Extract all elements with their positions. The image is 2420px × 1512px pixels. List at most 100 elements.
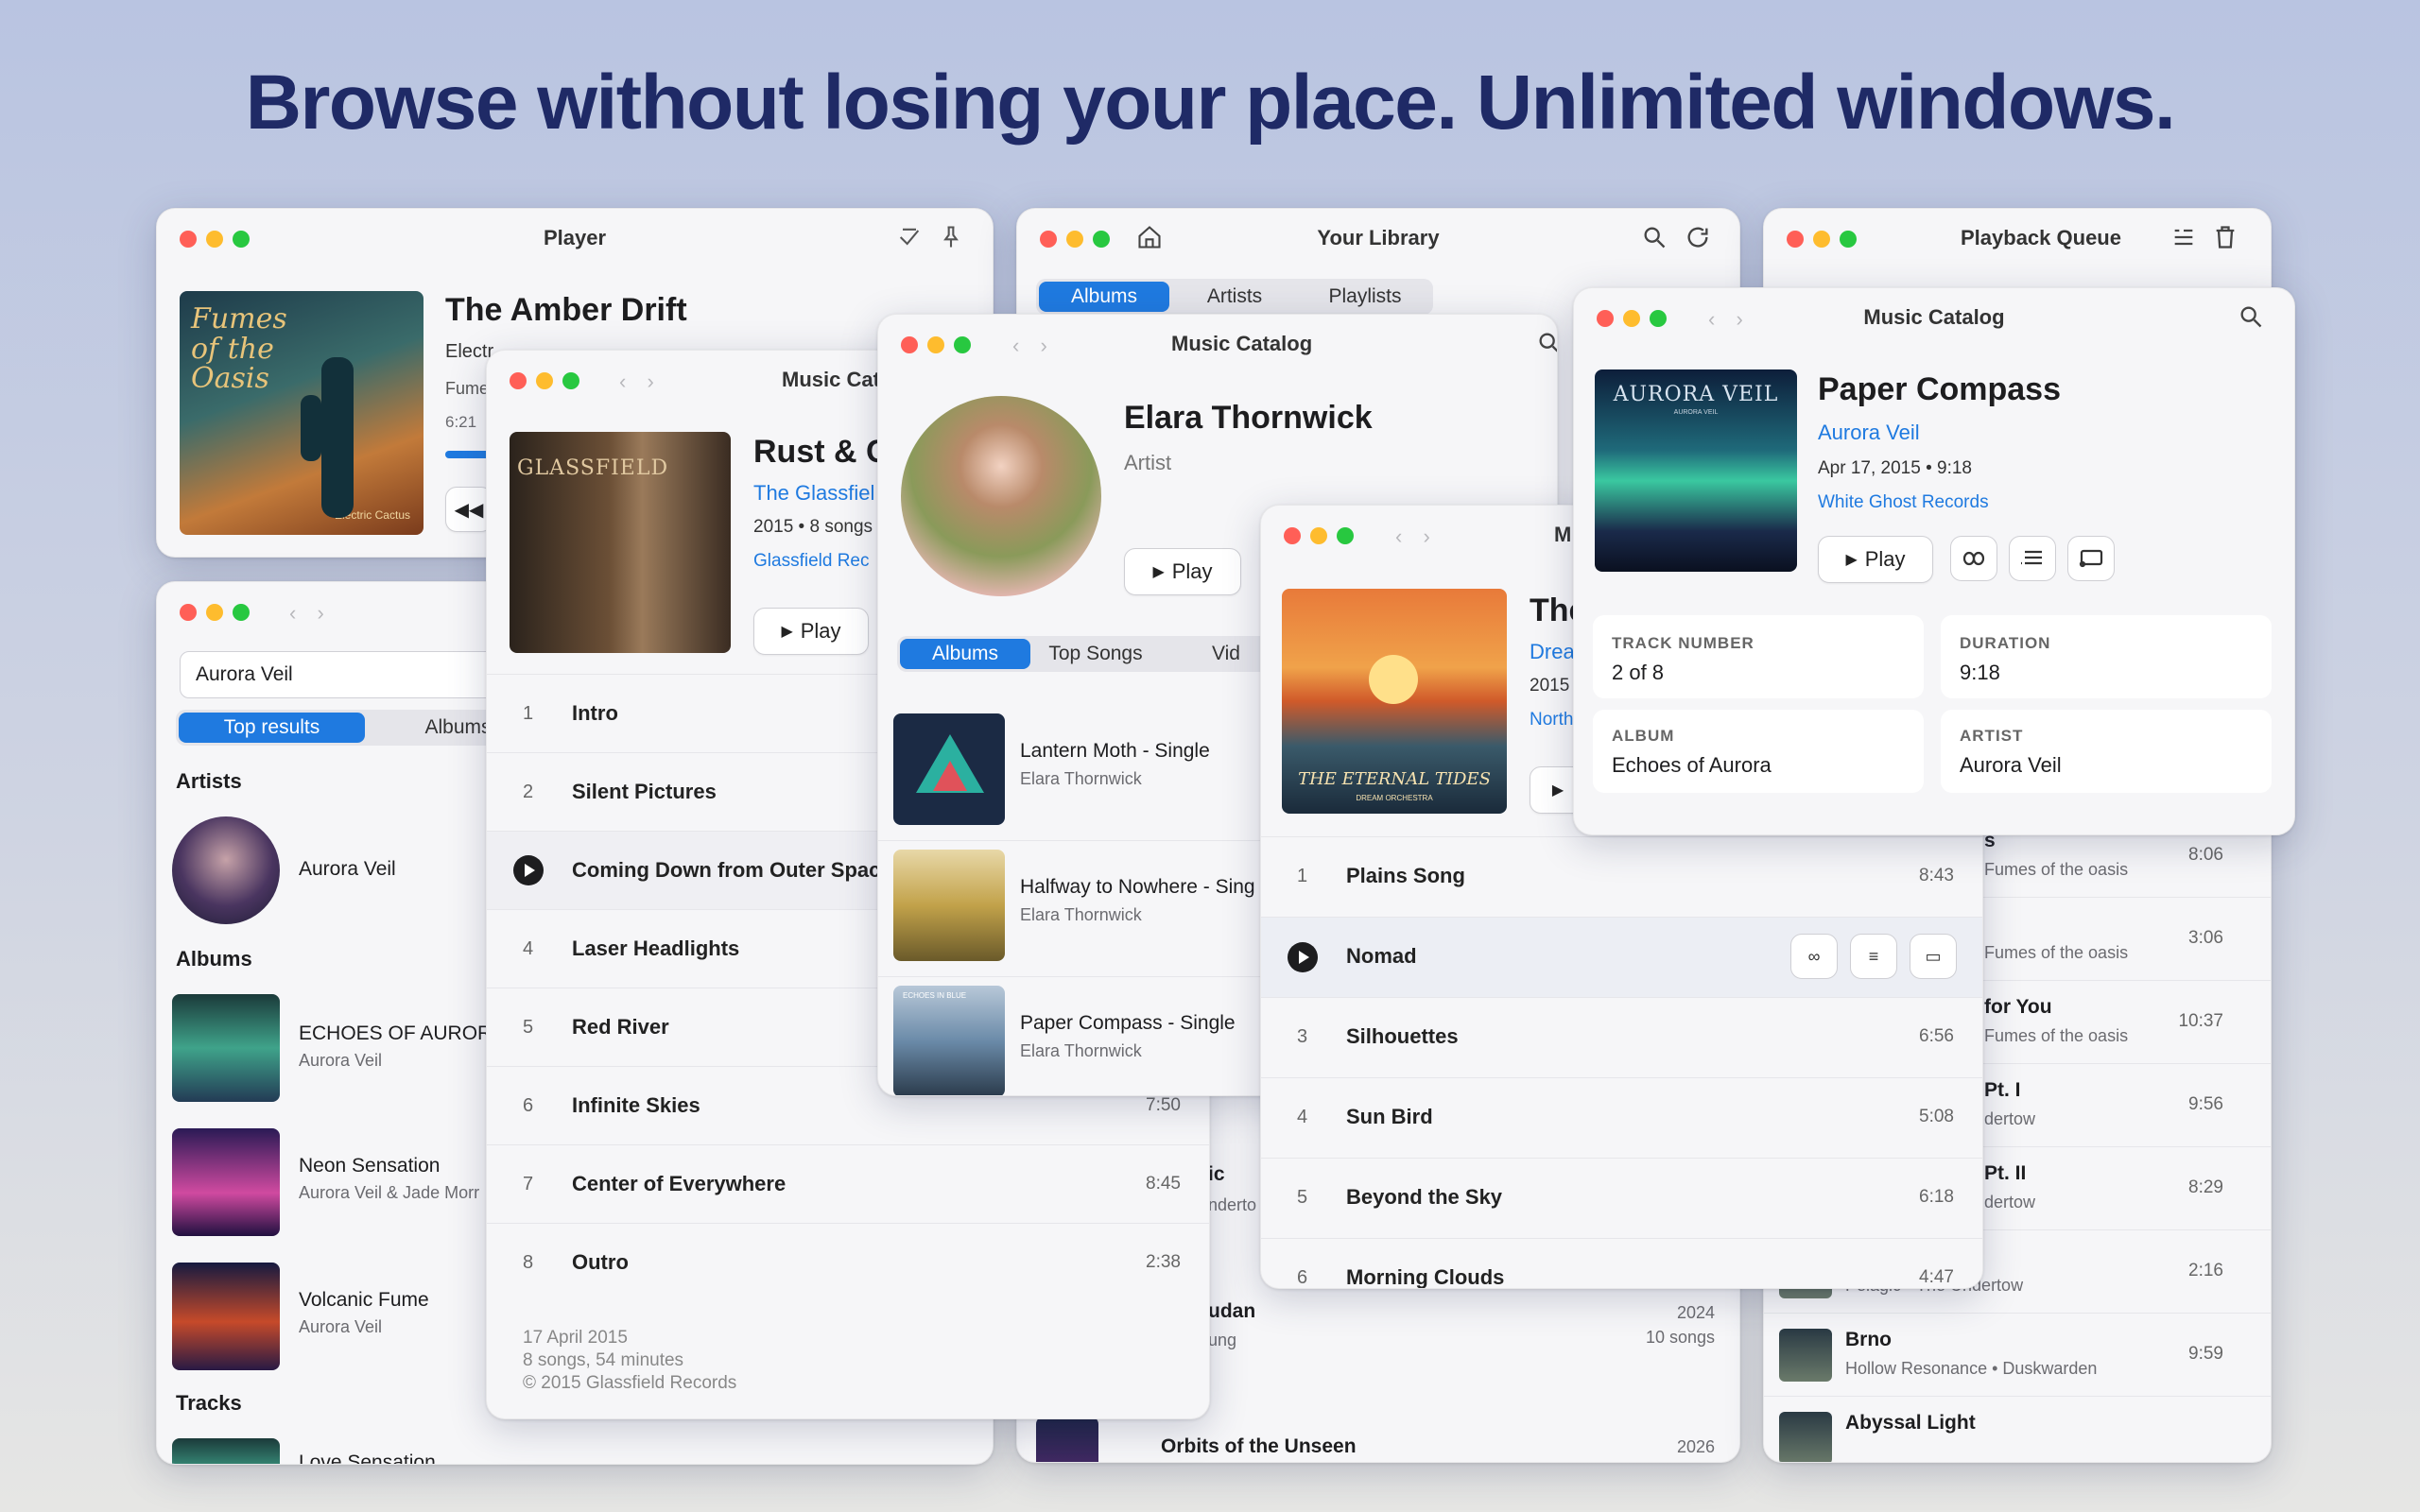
cover-title: AURORA VEIL xyxy=(1613,383,1779,406)
trash-icon[interactable] xyxy=(2212,224,2238,250)
queue-row[interactable]: Abyssal Light xyxy=(1764,1396,2271,1462)
queue-title: Brno xyxy=(1845,1329,1892,1350)
track-row[interactable]: 3 Silhouettes 6:56 xyxy=(1261,997,1982,1077)
track-row[interactable]: 5 Beyond the Sky 6:18 xyxy=(1261,1158,1982,1238)
album-card[interactable]: ALBUM Echoes of Aurora xyxy=(1593,710,1924,793)
record-label-link[interactable]: Glassfield Rec xyxy=(753,551,870,572)
add-to-queue-button[interactable] xyxy=(2009,536,2056,581)
album-title[interactable]: Volcanic Fume xyxy=(299,1289,429,1312)
track-title[interactable]: Love Sensation xyxy=(299,1452,436,1464)
zoom-button[interactable] xyxy=(954,336,971,353)
nav-arrows[interactable]: ‹ › xyxy=(1012,334,1055,358)
track-duration: 2:38 xyxy=(1146,1252,1181,1272)
album-title[interactable]: Neon Sensation xyxy=(299,1155,440,1177)
now-playing-icon[interactable] xyxy=(513,855,544,885)
close-button[interactable] xyxy=(510,372,527,389)
close-button[interactable] xyxy=(1787,231,1804,248)
track-row[interactable]: 7 Center of Everywhere 8:45 xyxy=(487,1144,1209,1223)
album-value: Echoes of Aurora xyxy=(1612,753,1772,777)
tab-playlists[interactable]: Playlists xyxy=(1300,282,1430,312)
minimize-button[interactable] xyxy=(927,336,944,353)
album-artist-link[interactable]: Drea xyxy=(1530,640,1575,664)
track-name: Center of Everywhere xyxy=(572,1172,786,1195)
album-cover: Fumes of the Oasis Electric Cactus xyxy=(180,291,424,535)
artist-name[interactable]: Aurora Veil xyxy=(299,858,396,881)
queue-icon: ≡ xyxy=(1868,946,1879,966)
close-button[interactable] xyxy=(180,604,197,621)
search-icon[interactable] xyxy=(1641,224,1668,250)
tab-albums[interactable]: Albums xyxy=(900,639,1030,669)
library-row-year: 2026 xyxy=(1676,1437,1715,1456)
now-playing-icon[interactable] xyxy=(1288,942,1318,972)
artist-avatar[interactable] xyxy=(172,816,280,924)
play-button[interactable]: ▶ Play xyxy=(753,608,869,655)
queue-duration: 9:59 xyxy=(2188,1344,2223,1364)
single-artist: Elara Thornwick xyxy=(1020,905,1142,924)
single-title[interactable]: Paper Compass - Single xyxy=(1020,1012,1236,1035)
close-button[interactable] xyxy=(901,336,918,353)
infinity-button[interactable] xyxy=(1950,536,1997,581)
library-row-count: 10 songs xyxy=(1645,1328,1715,1347)
record-label-link[interactable]: White Ghost Records xyxy=(1818,492,1989,513)
track-row[interactable]: 4 Sun Bird 5:08 xyxy=(1261,1077,1982,1158)
single-title[interactable]: Halfway to Nowhere - Sing xyxy=(1020,876,1255,899)
track-number: 3 xyxy=(1297,1026,1308,1047)
minimize-button[interactable] xyxy=(206,604,223,621)
cover-subtitle: AURORA VEIL xyxy=(1673,409,1719,416)
duration-label: DURATION xyxy=(1960,634,2051,652)
artist-card[interactable]: ARTIST Aurora Veil xyxy=(1941,710,2272,793)
tab-albums[interactable]: Albums xyxy=(1039,282,1169,312)
heart-hand-icon[interactable] xyxy=(896,224,923,250)
nav-arrows[interactable]: ‹ › xyxy=(619,369,662,394)
track-row[interactable]: ∞ ≡ ▭ Nomad xyxy=(1261,917,1982,997)
minimize-button[interactable] xyxy=(1310,527,1327,544)
track-number-card: TRACK NUMBER 2 of 8 xyxy=(1593,615,1924,698)
tab-artists[interactable]: Artists xyxy=(1169,282,1300,312)
close-button[interactable] xyxy=(1284,527,1301,544)
window-title: M xyxy=(1554,523,1572,546)
cast-button[interactable]: ▭ xyxy=(1910,934,1957,979)
infinity-button[interactable]: ∞ xyxy=(1790,934,1838,979)
single-title[interactable]: Lantern Moth - Single xyxy=(1020,740,1210,763)
add-to-queue-button[interactable]: ≡ xyxy=(1850,934,1897,979)
single-artist: Elara Thornwick xyxy=(1020,1041,1142,1060)
zoom-button[interactable] xyxy=(562,372,579,389)
cast-button[interactable] xyxy=(2067,536,2115,581)
play-button[interactable]: ▶ Play xyxy=(1124,548,1241,595)
record-label-link[interactable]: North xyxy=(1530,710,1573,730)
cover-title: ECHOES IN BLUE xyxy=(903,991,967,1000)
play-button[interactable]: ▶ Play xyxy=(1818,536,1933,583)
queue-duration: 8:29 xyxy=(2188,1177,2223,1197)
pin-icon[interactable] xyxy=(938,224,964,250)
track-row[interactable]: 8 Outro 2:38 xyxy=(487,1223,1209,1301)
track-duration: 7:50 xyxy=(1146,1095,1181,1115)
minimize-button[interactable] xyxy=(536,372,553,389)
queue-duration: 2:16 xyxy=(2188,1261,2223,1280)
track-genre: Electr xyxy=(445,341,494,362)
cover-title: Fumes of the Oasis xyxy=(191,302,287,395)
zoom-button[interactable] xyxy=(233,604,250,621)
nav-arrows[interactable]: ‹ › xyxy=(1395,524,1438,549)
queue-row[interactable]: Brno Hollow Resonance • Duskwarden 9:59 xyxy=(1764,1313,2271,1396)
track-name: Nomad xyxy=(1346,944,1417,968)
track-row[interactable]: 1 Plains Song 8:43 xyxy=(1261,836,1982,917)
section-heading: Artists xyxy=(176,769,242,793)
zoom-button[interactable] xyxy=(1337,527,1354,544)
artist-link[interactable]: Aurora Veil xyxy=(1818,421,1920,445)
artist-name: Elara Thornwick xyxy=(1124,400,1373,436)
track-number: 7 xyxy=(523,1174,534,1194)
refresh-icon[interactable] xyxy=(1685,224,1711,250)
album-thumb xyxy=(172,1263,280,1370)
single-cover xyxy=(893,713,1005,825)
library-row-title: ic xyxy=(1208,1163,1225,1185)
track-album: Fume xyxy=(445,379,490,398)
search-icon[interactable] xyxy=(1536,330,1558,356)
track-row[interactable]: 6 Morning Clouds 4:47 xyxy=(1261,1238,1982,1288)
tab-top-songs[interactable]: Top Songs xyxy=(1030,639,1161,669)
search-icon[interactable] xyxy=(2238,303,2264,330)
queue-list-icon[interactable] xyxy=(2170,224,2197,250)
album-artist-link[interactable]: The Glassfiel xyxy=(753,481,874,506)
nav-arrows[interactable]: ‹ › xyxy=(289,601,332,626)
album-title[interactable]: ECHOES OF AURORA xyxy=(299,1022,505,1045)
tab-top-results[interactable]: Top results xyxy=(179,713,365,743)
